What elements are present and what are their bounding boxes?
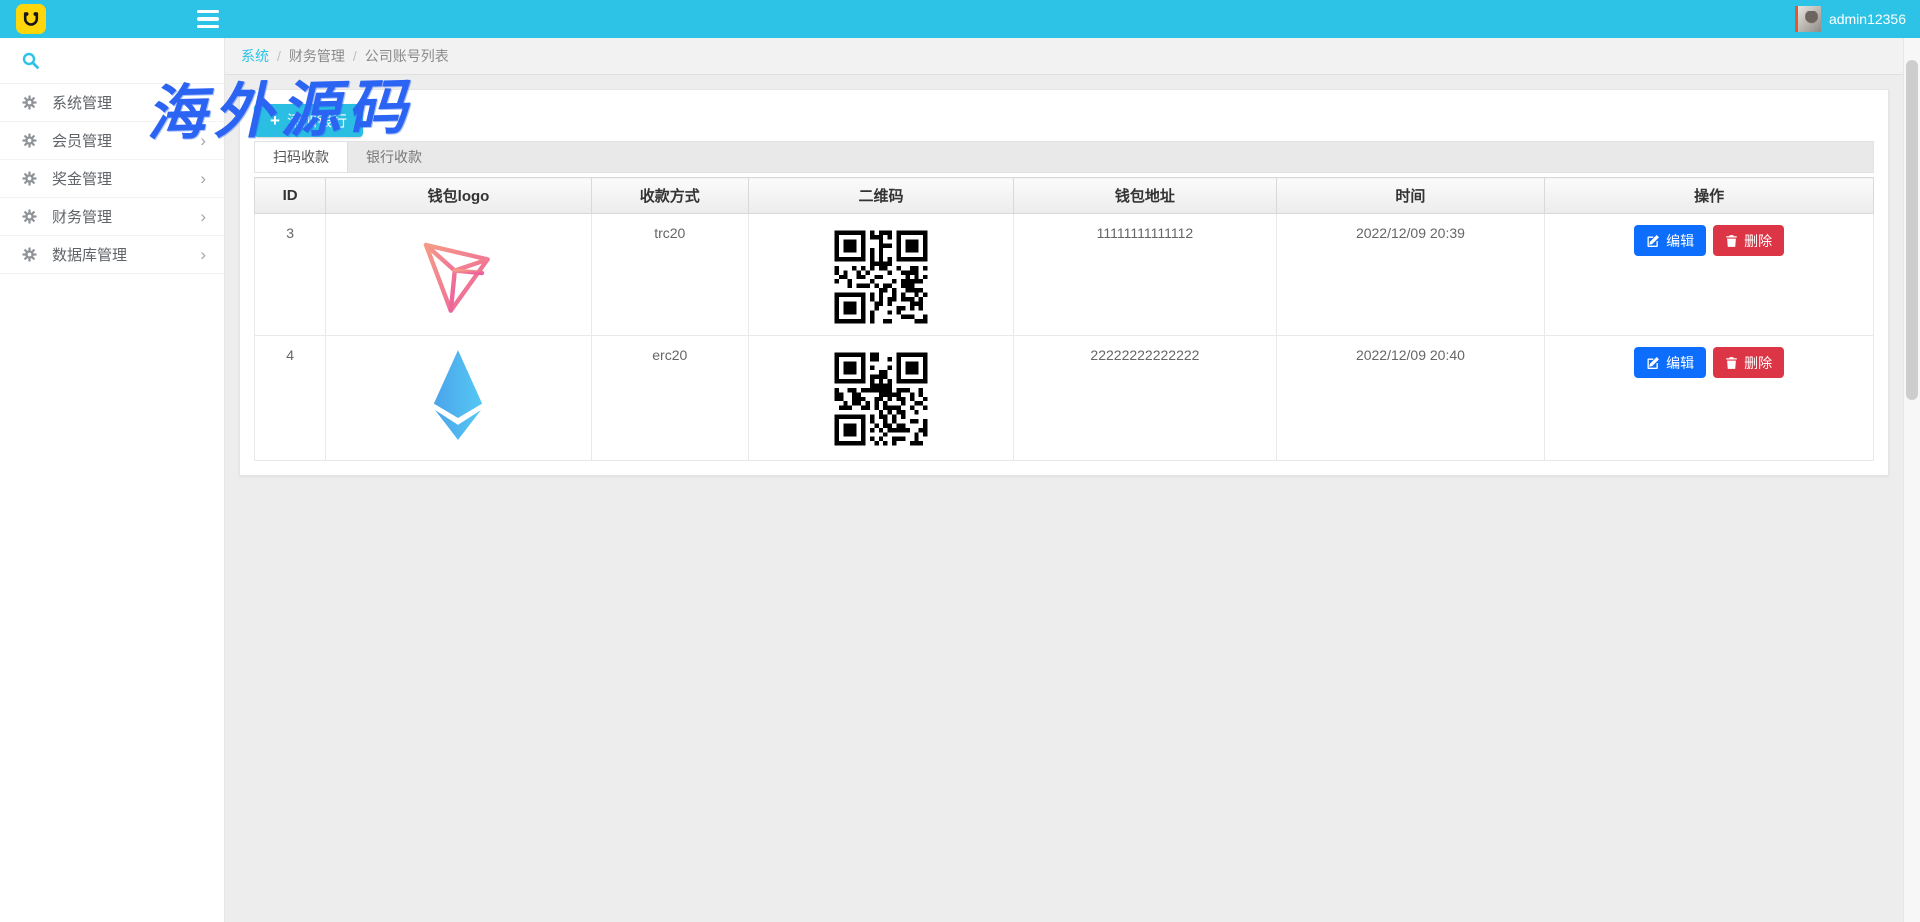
edit-button[interactable]: 编辑 <box>1634 225 1706 256</box>
col-pay-method: 收款方式 <box>591 178 748 214</box>
ethereum-logo <box>429 349 487 441</box>
table-row: 3 <box>255 214 1874 336</box>
tron-logo <box>412 229 504 317</box>
trash-icon <box>1725 356 1738 370</box>
edit-pencil-icon <box>1646 234 1660 248</box>
sidebar-item-bonus[interactable]: 奖金管理 › <box>0 160 224 198</box>
edit-button[interactable]: 编辑 <box>1634 347 1706 378</box>
page-scrollbar <box>1903 38 1920 922</box>
menu-toggle-hamburger-icon[interactable] <box>197 10 219 28</box>
avatar <box>1795 6 1821 32</box>
col-id: ID <box>255 178 326 214</box>
top-bar: admin12356 <box>0 0 1920 38</box>
cell-wallet-address: 22222222222222 <box>1014 336 1276 461</box>
col-qr-code: 二维码 <box>748 178 1014 214</box>
cell-time: 2022/12/09 20:40 <box>1276 336 1545 461</box>
table-header-row: ID 钱包logo 收款方式 二维码 钱包地址 时间 操作 <box>255 178 1874 214</box>
cell-wallet-logo <box>326 336 592 461</box>
edit-pencil-icon <box>1646 356 1660 370</box>
breadcrumb-separator: / <box>277 48 281 64</box>
delete-button[interactable]: 删除 <box>1713 347 1784 378</box>
chevron-right-icon: › <box>200 132 206 149</box>
tab-bank-payment[interactable]: 银行收款 <box>348 142 440 172</box>
breadcrumb-item-finance[interactable]: 财务管理 <box>289 46 345 66</box>
cell-pay-method: trc20 <box>591 214 748 336</box>
cell-id: 4 <box>255 336 326 461</box>
chevron-right-icon: › <box>200 94 206 111</box>
chevron-right-icon: › <box>200 170 206 187</box>
sidebar-item-label: 奖金管理 <box>52 168 200 189</box>
qr-code <box>830 348 932 450</box>
sidebar-item-label: 数据库管理 <box>52 244 200 265</box>
gear-icon <box>22 133 37 148</box>
gear-icon <box>22 209 37 224</box>
breadcrumb: 系统 / 财务管理 / 公司账号列表 <box>225 38 1920 75</box>
sidebar-item-database[interactable]: 数据库管理 › <box>0 236 224 274</box>
sidebar-item-members[interactable]: 会员管理 › <box>0 122 224 160</box>
cell-wallet-address: 11111111111112 <box>1014 214 1276 336</box>
app-logo-icon[interactable] <box>16 4 46 34</box>
col-time: 时间 <box>1276 178 1545 214</box>
sidebar-item-system[interactable]: 系统管理 › <box>0 84 224 122</box>
chevron-right-icon: › <box>200 208 206 225</box>
sidebar-item-finance[interactable]: 财务管理 › <box>0 198 224 236</box>
col-wallet-address: 钱包地址 <box>1014 178 1276 214</box>
tab-scan-payment[interactable]: 扫码收款 <box>255 142 348 172</box>
scrollbar-thumb[interactable] <box>1906 60 1918 400</box>
plus-icon: + <box>270 111 280 131</box>
breadcrumb-separator: / <box>353 48 357 64</box>
gear-icon <box>22 247 37 262</box>
qr-code <box>830 226 932 328</box>
sidebar-item-label: 会员管理 <box>52 130 200 151</box>
table-row: 4 erc20 22 <box>255 336 1874 461</box>
col-actions: 操作 <box>1545 178 1874 214</box>
cell-actions: 编辑 删除 <box>1545 214 1874 336</box>
add-bank-button[interactable]: + 添加银行 <box>254 104 363 137</box>
cell-actions: 编辑 删除 <box>1545 336 1874 461</box>
main-area: 系统 / 财务管理 / 公司账号列表 + 添加银行 扫码收款 银行收款 ID 钱… <box>225 38 1920 922</box>
trash-icon <box>1725 234 1738 248</box>
sidebar-search[interactable] <box>0 38 224 84</box>
tab-bar: 扫码收款 银行收款 <box>254 141 1874 173</box>
username: admin12356 <box>1829 11 1906 27</box>
search-icon[interactable] <box>22 52 39 69</box>
cell-time: 2022/12/09 20:39 <box>1276 214 1545 336</box>
edit-button-label: 编辑 <box>1666 353 1694 373</box>
cell-id: 3 <box>255 214 326 336</box>
chevron-right-icon: › <box>200 246 206 263</box>
delete-button-label: 删除 <box>1744 231 1772 251</box>
col-wallet-logo: 钱包logo <box>326 178 592 214</box>
edit-button-label: 编辑 <box>1666 231 1694 251</box>
delete-button[interactable]: 删除 <box>1713 225 1784 256</box>
breadcrumb-item-system[interactable]: 系统 <box>241 46 269 66</box>
accounts-table: ID 钱包logo 收款方式 二维码 钱包地址 时间 操作 3 <box>254 177 1874 461</box>
gear-icon <box>22 95 37 110</box>
sidebar-item-label: 系统管理 <box>52 92 200 113</box>
sidebar-item-label: 财务管理 <box>52 206 200 227</box>
cell-pay-method: erc20 <box>591 336 748 461</box>
sidebar: 系统管理 › 会员管理 › <box>0 38 225 922</box>
user-menu[interactable]: admin12356 <box>1795 0 1906 38</box>
cell-qr <box>748 336 1014 461</box>
delete-button-label: 删除 <box>1744 353 1772 373</box>
cell-wallet-logo <box>326 214 592 336</box>
breadcrumb-item-accounts: 公司账号列表 <box>365 46 449 66</box>
content-panel: + 添加银行 扫码收款 银行收款 ID 钱包logo 收款方式 二维码 钱包地址… <box>239 89 1889 476</box>
add-bank-button-label: 添加银行 <box>287 110 347 131</box>
gear-icon <box>22 171 37 186</box>
cell-qr <box>748 214 1014 336</box>
